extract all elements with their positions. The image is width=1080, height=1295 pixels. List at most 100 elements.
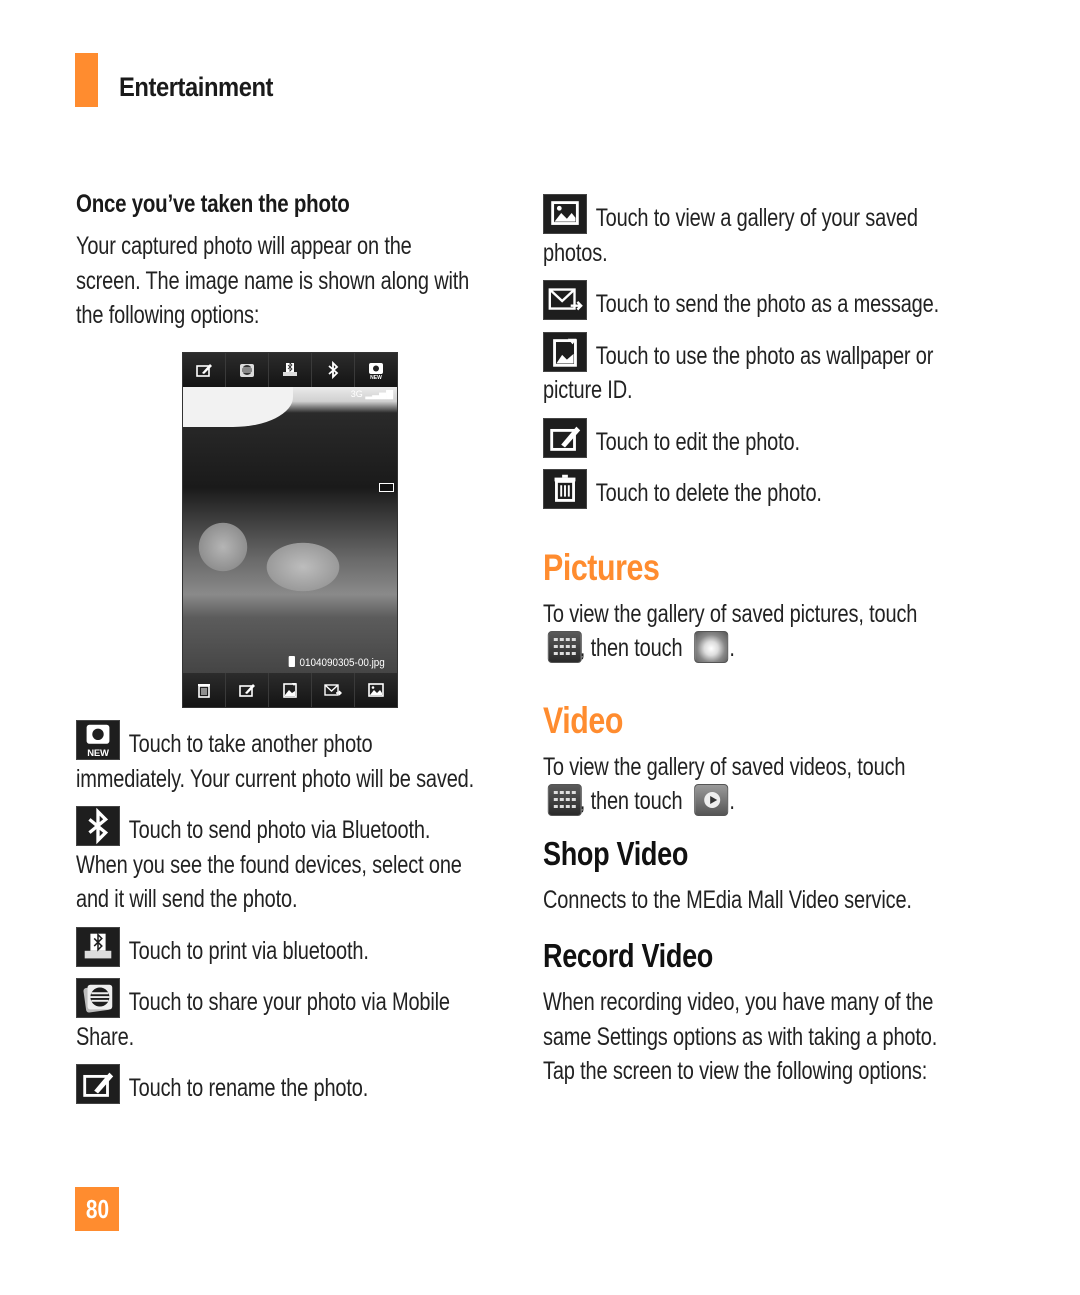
option-text: Touch to edit the photo. bbox=[595, 427, 800, 456]
record-video-paragraph: When recording video, you have many of t… bbox=[543, 985, 983, 1089]
right-column: Touch to view a gallery of your saved ph… bbox=[543, 194, 983, 1089]
rename-icon bbox=[76, 1064, 120, 1104]
option-print: Touch to print via bluetooth. bbox=[76, 926, 516, 969]
pictures-heading: Pictures bbox=[543, 546, 660, 588]
video-section: Video To view the gallery of saved video… bbox=[543, 700, 983, 819]
shop-video-heading: Shop Video bbox=[543, 834, 689, 872]
new-photo-icon: NEW bbox=[369, 363, 383, 380]
pictures-instruction-icons: , then touch . bbox=[543, 631, 983, 666]
rename-button[interactable] bbox=[183, 353, 226, 387]
pictures-instruction: To view the gallery of saved pictures, t… bbox=[543, 599, 918, 628]
option-bluetooth: Touch to send photo via Bluetooth. When … bbox=[76, 806, 516, 917]
section-accent-bar bbox=[75, 53, 98, 107]
section-title: Entertainment bbox=[119, 72, 274, 102]
wallpaper-icon bbox=[283, 683, 297, 698]
svg-text:NEW: NEW bbox=[87, 748, 109, 759]
option-text: Touch to rename the photo. bbox=[128, 1074, 369, 1102]
network-status: 3G ▂▃▅▇ bbox=[350, 389, 393, 399]
option-text: Touch to use the photo as wallpaper or bbox=[595, 341, 934, 370]
intro-line: screen. The image name is shown along wi… bbox=[76, 266, 470, 295]
delete-icon bbox=[198, 684, 210, 698]
gallery-icon bbox=[368, 683, 384, 697]
gallery-icon bbox=[543, 194, 587, 234]
print-button[interactable] bbox=[269, 353, 312, 387]
apps-menu-icon[interactable] bbox=[547, 784, 582, 816]
mobile-share-icon bbox=[240, 364, 254, 377]
record-video-line: When recording video, you have many of t… bbox=[543, 988, 934, 1016]
record-video-line: same Settings options as with taking a p… bbox=[543, 1022, 938, 1051]
bluetooth-icon bbox=[76, 806, 120, 846]
gallery-button[interactable] bbox=[355, 673, 397, 707]
option-text: Touch to send the photo as a message. bbox=[595, 290, 940, 318]
print-icon bbox=[283, 362, 297, 376]
option-text: immediately. Your current photo will be … bbox=[76, 764, 475, 793]
left-options-list: NEW Touch to take another photo immediate… bbox=[76, 720, 516, 1106]
intro-line: the following options: bbox=[76, 301, 260, 329]
option-text: photos. bbox=[543, 238, 608, 267]
phone-top-toolbar: NEW bbox=[183, 353, 397, 387]
option-new-photo: NEW Touch to take another photo immediate… bbox=[76, 720, 516, 796]
network-type: 3G bbox=[350, 389, 363, 399]
video-instruction: To view the gallery of saved videos, tou… bbox=[543, 752, 906, 781]
option-mobile-share: Touch to share your photo via Mobile Sha… bbox=[76, 978, 516, 1054]
shop-video-text: Connects to the MEdia Mall Video service… bbox=[543, 885, 912, 914]
delete-icon bbox=[543, 469, 587, 509]
photo-sky bbox=[183, 387, 293, 427]
page-number-text: 80 bbox=[85, 1194, 109, 1224]
video-heading: Video bbox=[543, 699, 624, 741]
battery-icon bbox=[379, 483, 394, 492]
edit-icon bbox=[543, 417, 587, 458]
bluetooth-button[interactable] bbox=[312, 353, 355, 387]
option-text: Touch to print via bluetooth. bbox=[128, 936, 369, 965]
option-text: Touch to send photo via Bluetooth. bbox=[128, 816, 431, 844]
send-message-icon bbox=[324, 684, 342, 696]
record-video-heading: Record Video bbox=[543, 937, 714, 974]
intro-line: Your captured photo will appear on the bbox=[76, 232, 412, 260]
bluetooth-icon bbox=[328, 360, 339, 380]
pictures-section: Pictures To view the gallery of saved pi… bbox=[543, 547, 983, 666]
mobile-share-button[interactable] bbox=[226, 353, 269, 387]
option-text: When you see the found devices, select o… bbox=[76, 850, 462, 879]
phone-storage-icon bbox=[288, 656, 296, 667]
new-photo-button[interactable]: NEW bbox=[355, 353, 397, 387]
then-touch-text: , then touch bbox=[579, 634, 683, 662]
intro-paragraph: Your captured photo will appear on the s… bbox=[76, 229, 516, 333]
wallpaper-icon bbox=[543, 331, 587, 372]
option-send-message: Touch to send the photo as a message. bbox=[543, 280, 983, 322]
option-edit: Touch to edit the photo. bbox=[543, 417, 983, 460]
option-text: Touch to take another photo bbox=[128, 730, 373, 758]
pictures-app-icon[interactable] bbox=[694, 631, 729, 663]
rename-icon bbox=[196, 364, 212, 377]
new-photo-icon: NEW bbox=[76, 720, 120, 760]
period: . bbox=[729, 787, 735, 815]
then-touch-text: , then touch bbox=[579, 787, 683, 815]
option-text: Touch to share your photo via Mobile bbox=[128, 988, 450, 1016]
option-wallpaper: Touch to use the photo as wallpaper or p… bbox=[543, 331, 983, 408]
option-text: picture ID. bbox=[543, 376, 633, 404]
video-instruction-icons: , then touch . bbox=[543, 784, 983, 819]
captured-photo[interactable]: 3G ▂▃▅▇ 0104090305-00.jpg bbox=[183, 387, 397, 675]
subhead-once-taken: Once you’ve taken the photo bbox=[76, 190, 350, 218]
mobile-share-icon bbox=[76, 978, 120, 1018]
filename-text: 0104090305-00.jpg bbox=[299, 657, 385, 669]
option-gallery: Touch to view a gallery of your saved ph… bbox=[543, 194, 983, 270]
send-message-icon bbox=[543, 280, 587, 320]
period: . bbox=[729, 634, 735, 662]
apps-menu-icon[interactable] bbox=[547, 631, 582, 663]
edit-button[interactable] bbox=[226, 673, 269, 707]
left-column: Once you’ve taken the photo Your capture… bbox=[76, 190, 516, 333]
print-icon bbox=[76, 926, 120, 967]
photo-filename: 0104090305-00.jpg bbox=[288, 656, 385, 669]
option-text: Touch to delete the photo. bbox=[595, 479, 822, 507]
edit-icon bbox=[239, 684, 255, 697]
option-text: Share. bbox=[76, 1022, 134, 1051]
phone-bottom-toolbar bbox=[183, 673, 397, 707]
delete-button[interactable] bbox=[183, 673, 226, 707]
videos-app-icon[interactable] bbox=[694, 784, 729, 816]
wallpaper-button[interactable] bbox=[269, 673, 312, 707]
option-text: and it will send the photo. bbox=[76, 885, 298, 913]
option-text: Touch to view a gallery of your saved bbox=[595, 204, 918, 232]
record-video-line: Tap the screen to view the following opt… bbox=[543, 1057, 928, 1085]
send-message-button[interactable] bbox=[312, 673, 355, 707]
option-rename: Touch to rename the photo. bbox=[76, 1064, 516, 1106]
